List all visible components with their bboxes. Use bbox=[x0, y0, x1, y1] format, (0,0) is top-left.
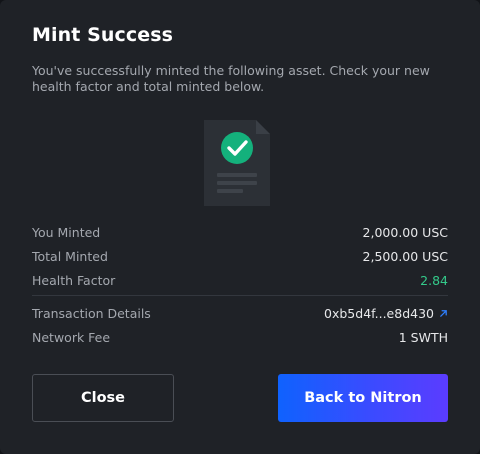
modal-title: Mint Success bbox=[32, 24, 174, 46]
total-minted-value: 2,500.00 USC bbox=[362, 248, 448, 264]
network-fee-value: 1 SWTH bbox=[398, 329, 448, 345]
details-divider bbox=[32, 295, 448, 296]
total-minted-label: Total Minted bbox=[32, 248, 108, 264]
close-button[interactable]: Close bbox=[32, 374, 174, 422]
external-link-icon bbox=[440, 309, 447, 317]
detail-row-total-minted: Total Minted 2,500.00 USC bbox=[32, 244, 448, 268]
detail-row-network-fee: Network Fee 1 SWTH bbox=[32, 325, 448, 349]
transaction-details-label: Transaction Details bbox=[32, 305, 151, 321]
health-factor-label: Health Factor bbox=[32, 272, 116, 288]
detail-row-transaction: Transaction Details 0xb5d4f...e8d430 bbox=[32, 301, 448, 325]
modal-description: You've successfully minted the following… bbox=[32, 63, 430, 94]
detail-row-health-factor: Health Factor 2.84 bbox=[32, 268, 448, 292]
you-minted-value: 2,000.00 USC bbox=[362, 224, 448, 240]
transaction-hash: 0xb5d4f...e8d430 bbox=[324, 305, 434, 321]
detail-row-you-minted: You Minted 2,000.00 USC bbox=[32, 220, 448, 244]
back-to-nitron-button[interactable]: Back to Nitron bbox=[278, 374, 448, 422]
network-fee-label: Network Fee bbox=[32, 329, 111, 345]
mint-success-modal: Mint Success You've successfully minted … bbox=[0, 0, 480, 454]
transaction-hash-link[interactable]: 0xb5d4f...e8d430 bbox=[324, 306, 448, 321]
you-minted-label: You Minted bbox=[32, 224, 101, 240]
health-factor-value: 2.84 bbox=[420, 272, 448, 288]
mint-details: You Minted 2,000.00 USC Total Minted 2,5… bbox=[32, 220, 448, 349]
document-check-icon bbox=[204, 120, 270, 206]
